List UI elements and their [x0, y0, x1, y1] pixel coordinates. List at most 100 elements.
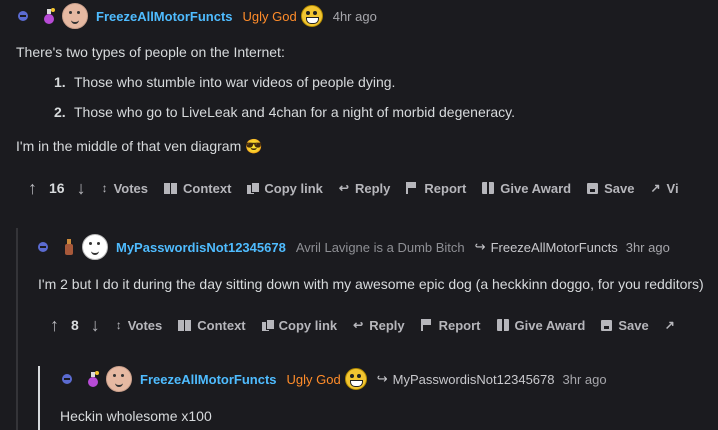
reply-arrow-icon: ↪	[376, 371, 388, 386]
upvote-icon[interactable]: ↑	[50, 315, 59, 336]
list-text: Those who go to LiveLeak and 4chan for a…	[74, 104, 516, 120]
collapse-icon[interactable]	[62, 374, 72, 384]
username[interactable]: FreezeAllMotorFuncts	[96, 9, 233, 24]
user-flair: Ugly God	[242, 8, 297, 24]
votes-label: Votes	[127, 317, 163, 333]
comment-outro-text: I'm in the middle of that ven diagram	[16, 138, 242, 154]
flag-icon	[406, 182, 418, 194]
report-button[interactable]: Report	[420, 317, 481, 333]
reply-to-user[interactable]: FreezeAllMotorFuncts	[491, 240, 618, 255]
report-label: Report	[424, 180, 467, 196]
reply-button[interactable]: ↩ Reply	[353, 318, 404, 333]
timestamp[interactable]: 3hr ago	[563, 372, 607, 387]
give-award-button[interactable]: Give Award	[496, 317, 586, 333]
save-label: Save	[618, 317, 649, 333]
copy-link-label: Copy link	[264, 180, 323, 196]
view-button[interactable]: ↗ Vi	[650, 181, 678, 196]
save-button[interactable]: Save	[601, 317, 649, 333]
collapse-icon[interactable]	[18, 11, 28, 21]
comment-outro: I'm in the middle of that ven diagram 😎	[16, 138, 718, 155]
save-label: Save	[604, 180, 635, 196]
grin-emoji-icon	[344, 368, 367, 390]
comment-list: 1. Those who stumble into war videos of …	[54, 74, 718, 120]
comment-2: MyPasswordisNot12345678 Avril Lavigne is…	[38, 234, 718, 340]
list-number: 1.	[54, 74, 66, 90]
comment-1: FreezeAllMotorFuncts Ugly God 4hr ago Th…	[16, 3, 718, 203]
copy-link-button[interactable]: Copy link	[247, 181, 323, 196]
comment-3: FreezeAllMotorFuncts Ugly God ↪ MyPasswor…	[60, 366, 718, 424]
view-label: Vi	[666, 180, 679, 196]
downvote-icon[interactable]: ↓	[91, 315, 100, 336]
timestamp[interactable]: 3hr ago	[626, 240, 670, 255]
book-icon	[178, 319, 192, 331]
list-item: 2. Those who go to LiveLeak and 4chan fo…	[54, 104, 718, 120]
votes-label: Votes	[113, 180, 149, 196]
list-text: Those who stumble into war videos of peo…	[74, 74, 396, 90]
votes-button[interactable]: ↕ Votes	[116, 318, 162, 333]
avatar[interactable]	[62, 3, 88, 29]
reply-to[interactable]: ↪ MyPasswordisNot12345678	[377, 371, 555, 387]
comment-header: FreezeAllMotorFuncts Ugly God 4hr ago	[18, 3, 718, 29]
reply-arrow-icon: ↪	[474, 239, 486, 254]
reply-icon: ↩	[338, 181, 349, 195]
comment-body: Heckin wholesome x100	[60, 408, 212, 424]
reply-to-user[interactable]: MyPasswordisNot12345678	[393, 372, 555, 387]
comment-body: I'm 2 but I do it during the day sitting…	[38, 276, 704, 292]
downvote-icon[interactable]: ↓	[77, 178, 86, 199]
context-label: Context	[183, 180, 232, 196]
save-icon	[587, 182, 599, 194]
flag-icon	[420, 319, 433, 331]
potion-icon	[84, 369, 102, 389]
sunglasses-emoji-icon: 😎	[245, 138, 263, 154]
score: 8	[71, 317, 79, 333]
give-award-label: Give Award	[500, 180, 572, 196]
comment-actions: ↑ 8 ↓ ↕ Votes Context Copy link ↩ Reply Re…	[50, 310, 718, 340]
save-button[interactable]: Save	[587, 181, 634, 196]
report-button[interactable]: Report	[406, 181, 466, 196]
context-button[interactable]: Context	[164, 181, 231, 196]
copy-link-button[interactable]: Copy link	[261, 318, 337, 333]
avatar[interactable]	[106, 366, 132, 392]
reply-to[interactable]: ↪ FreezeAllMotorFuncts	[475, 239, 618, 255]
reply-icon: ↩	[353, 318, 364, 332]
bottle-icon	[60, 237, 78, 257]
expand-icon: ↗	[650, 181, 661, 195]
list-number: 2.	[54, 104, 66, 120]
username[interactable]: FreezeAllMotorFuncts	[140, 372, 277, 387]
user-flair: Avril Lavigne is a Dumb Bitch	[295, 239, 465, 255]
collapse-icon[interactable]	[38, 242, 48, 252]
comment-intro: There's two types of people on the Inter…	[16, 44, 285, 60]
timestamp[interactable]: 4hr ago	[333, 9, 377, 24]
give-award-button[interactable]: Give Award	[482, 181, 571, 196]
context-button[interactable]: Context	[178, 317, 246, 333]
score: 16	[49, 180, 65, 196]
votes-icon: ↕	[101, 181, 108, 195]
username[interactable]: MyPasswordisNot12345678	[116, 240, 286, 255]
comment-header: MyPasswordisNot12345678 Avril Lavigne is…	[38, 234, 718, 260]
comment-actions: ↑ 16 ↓ ↕ Votes Context Copy link ↩ Reply R…	[28, 173, 718, 203]
report-label: Report	[438, 317, 481, 333]
thread-line-level1[interactable]	[16, 228, 18, 430]
list-item: 1. Those who stumble into war videos of …	[54, 74, 718, 90]
thread-line-level2[interactable]	[38, 366, 40, 430]
potion-icon	[40, 6, 58, 26]
votes-button[interactable]: ↕ Votes	[102, 181, 148, 196]
upvote-icon[interactable]: ↑	[28, 178, 37, 199]
context-label: Context	[197, 317, 246, 333]
reply-label: Reply	[354, 180, 391, 196]
copy-icon	[261, 319, 275, 331]
votes-icon: ↕	[115, 318, 122, 332]
avatar[interactable]	[82, 234, 108, 260]
save-icon	[601, 319, 613, 331]
comment-body: There's two types of people on the Inter…	[16, 44, 718, 155]
gift-icon	[496, 319, 509, 331]
book-icon	[164, 182, 178, 194]
grin-emoji-icon	[300, 5, 323, 27]
reply-button[interactable]: ↩ Reply	[339, 181, 390, 196]
user-flair: Ugly God	[286, 371, 341, 387]
view-button[interactable]: ↗	[665, 318, 681, 332]
reply-label: Reply	[369, 317, 405, 333]
gift-icon	[482, 182, 495, 194]
give-award-label: Give Award	[514, 317, 586, 333]
copy-icon	[247, 182, 261, 194]
